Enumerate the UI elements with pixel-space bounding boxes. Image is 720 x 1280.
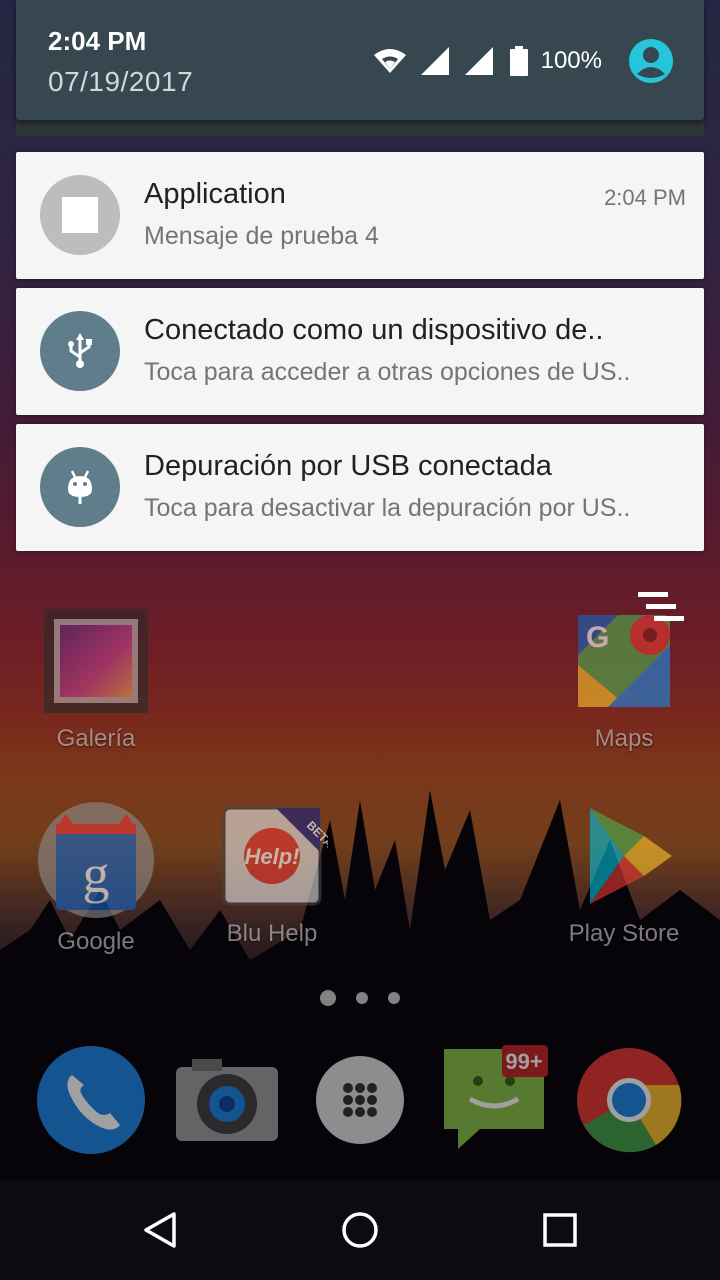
android-debug-icon xyxy=(40,447,120,527)
status-date[interactable]: 07/19/2017 xyxy=(48,66,193,98)
page-dot xyxy=(388,992,400,1004)
app-galeria[interactable]: Galería xyxy=(26,605,166,753)
page-dot xyxy=(356,992,368,1004)
app-label: Galería xyxy=(56,725,136,752)
quick-settings-edge xyxy=(16,120,704,136)
play-store-icon xyxy=(590,808,672,904)
quick-settings-header[interactable]: 2:04 PM 07/19/2017 100% xyxy=(16,0,704,120)
notification-text: Mensaje de prueba 4 xyxy=(144,222,379,250)
svg-text:g: g xyxy=(83,844,110,904)
status-icons: 100% xyxy=(373,38,674,84)
back-icon xyxy=(144,1212,176,1248)
home-icon xyxy=(342,1212,378,1248)
blu-help-inner-text: Help! xyxy=(245,844,300,869)
battery-icon[interactable] xyxy=(509,46,529,76)
messages-badge: 99+ xyxy=(505,1049,542,1074)
app-label: Maps xyxy=(594,725,654,752)
usb-icon xyxy=(40,311,120,391)
notification-text: Toca para acceder a otras opciones de US… xyxy=(144,358,631,386)
app-play-store[interactable]: Play Store xyxy=(554,800,694,948)
app-maps[interactable]: G Maps xyxy=(554,605,694,753)
notification-time: 2:04 PM xyxy=(604,185,686,210)
app-label: Blu Help xyxy=(226,920,318,947)
notification-usb-connected[interactable]: Conectado como un dispositivo de.. Toca … xyxy=(16,288,704,415)
signal-icon[interactable] xyxy=(464,47,495,75)
notification-usb-debugging[interactable]: Depuración por USB conectada Toca para d… xyxy=(16,424,704,551)
app-blu-help[interactable]: Help! BETA Blu Help xyxy=(202,800,342,948)
recents-button[interactable] xyxy=(528,1198,592,1262)
camera-icon[interactable] xyxy=(172,1045,282,1155)
page-indicator xyxy=(0,990,720,1006)
blu-help-icon: Help! BETA xyxy=(222,806,328,906)
app-icon xyxy=(40,175,120,255)
back-button[interactable] xyxy=(128,1198,192,1262)
notification-application[interactable]: Application Mensaje de prueba 4 2:04 PM xyxy=(16,152,704,279)
google-icon: g xyxy=(38,802,154,918)
battery-percentage: 100% xyxy=(540,47,602,74)
navigation-bar xyxy=(0,1180,720,1280)
gallery-icon xyxy=(44,609,148,713)
status-time: 2:04 PM xyxy=(48,26,147,56)
wifi-icon[interactable] xyxy=(373,47,407,75)
app-drawer-icon[interactable] xyxy=(305,1045,415,1155)
clear-all-icon[interactable] xyxy=(638,590,688,626)
svg-text:G: G xyxy=(586,621,609,654)
app-label: Play Store xyxy=(568,920,680,947)
notification-text: Toca para desactivar la depuración por U… xyxy=(144,494,631,522)
signal-icon[interactable] xyxy=(420,47,451,75)
notification-title: Conectado como un dispositivo de.. xyxy=(144,314,604,346)
notification-title: Depuración por USB conectada xyxy=(144,450,552,482)
phone-icon[interactable] xyxy=(36,1045,146,1155)
notification-title: Application xyxy=(144,178,286,210)
home-button[interactable] xyxy=(328,1198,392,1262)
page-dot-active xyxy=(320,990,336,1006)
recents-icon xyxy=(543,1213,577,1247)
user-avatar-icon[interactable] xyxy=(628,38,674,84)
chrome-icon[interactable] xyxy=(574,1045,684,1155)
messages-icon[interactable]: 99+ xyxy=(440,1045,550,1155)
app-google[interactable]: g Google xyxy=(26,800,166,956)
app-label: Google xyxy=(57,928,135,955)
